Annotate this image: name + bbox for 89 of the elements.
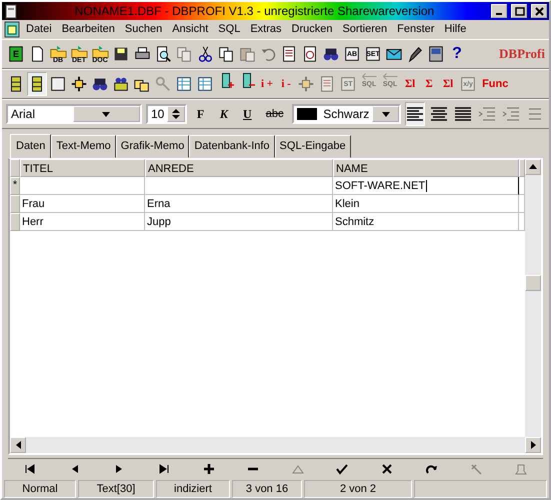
menu-item[interactable]: Drucken [288, 21, 336, 38]
copy-icon [175, 45, 193, 63]
arrow-icon [382, 73, 398, 80]
last-record-icon [158, 462, 170, 474]
preview-icon [154, 45, 172, 63]
minimize-icon [496, 13, 502, 15]
size-spinner[interactable]: 10 [146, 104, 187, 124]
scissors-icon [196, 45, 214, 63]
status-panel: 2 von 2 [304, 480, 412, 498]
toolbar-button[interactable]: E [6, 42, 26, 66]
table-icon [175, 75, 193, 93]
dropdown-arrow-icon [102, 112, 110, 116]
refresh-icon [425, 462, 438, 474]
close-icon [534, 6, 544, 16]
report-icon [280, 45, 298, 63]
monitor-icon [427, 45, 445, 63]
horizontal-scrollbar[interactable] [10, 437, 541, 453]
table-cell: Jupp [145, 212, 333, 230]
menu-item[interactable]: Datei [22, 21, 56, 38]
column-header[interactable]: NAME [333, 158, 519, 176]
door-icon [7, 45, 25, 63]
cancel-icon [380, 462, 393, 474]
menu-item[interactable]: Bearbeiten [58, 21, 119, 38]
vertical-scrollbar[interactable] [525, 158, 541, 437]
logo: DBProfi [499, 45, 545, 64]
menu-item[interactable]: Sortieren [338, 21, 392, 38]
minimize-button[interactable] [491, 4, 507, 18]
column-icon [222, 73, 230, 88]
format-button[interactable]: abc [261, 104, 288, 124]
triangle-icon [292, 462, 304, 474]
menu-item[interactable]: Ansicht [168, 21, 212, 38]
spinner-arrows-icon [172, 108, 180, 120]
align-center-icon [430, 106, 448, 122]
tab[interactable]: Daten [10, 134, 52, 158]
align-left-icon [406, 106, 424, 122]
row-indicator[interactable]: * [10, 176, 20, 194]
status-panel: Normal [4, 480, 76, 498]
copy-icon [217, 45, 235, 63]
table-cell: Schmitz [333, 212, 519, 230]
toolbar-button[interactable] [27, 72, 47, 96]
paste-icon [238, 45, 256, 63]
toolbar-button[interactable]: ? [447, 42, 467, 66]
first-record-icon [24, 462, 36, 474]
column-icon [243, 73, 251, 88]
format-button[interactable]: F [190, 104, 210, 124]
font-dropdown[interactable]: Arial [6, 104, 142, 124]
justify-icon [454, 106, 472, 122]
app-icon [4, 21, 20, 38]
maximize-button[interactable] [511, 4, 527, 18]
status-panel: indiziert [156, 480, 230, 498]
scroll-right-icon [530, 441, 536, 449]
indent-icon [478, 106, 496, 122]
tab[interactable]: SQL-Eingabe [274, 135, 351, 158]
scroll-up-icon [529, 164, 537, 169]
maximize-icon [514, 6, 524, 16]
table-cell: Erna [145, 194, 333, 212]
menu-item[interactable]: Suchen [120, 21, 166, 38]
scroll-left-icon [16, 441, 20, 449]
menu-item[interactable]: Hilfe [440, 21, 470, 38]
align-button[interactable] [405, 102, 426, 126]
column-header[interactable]: ANREDE [145, 158, 333, 176]
pen-icon [406, 45, 424, 63]
save-icon [112, 45, 130, 63]
text-cursor [426, 180, 428, 192]
arrow-icon [362, 73, 377, 80]
color-dropdown[interactable]: Schwarz [292, 104, 402, 124]
table-icon [196, 75, 214, 93]
format-button[interactable]: K [214, 104, 234, 124]
status-panel: 3 von 16 [232, 480, 302, 498]
menu-item[interactable]: Fenster [393, 21, 438, 38]
table-cell: Herr [20, 212, 145, 230]
menu-item[interactable]: SQL [214, 21, 244, 38]
status-panel: Text[30] [78, 480, 154, 498]
table-cell: Klein [333, 194, 519, 212]
menu-item[interactable]: Extras [246, 21, 286, 38]
table-cell: Frau [20, 194, 145, 212]
check-icon [336, 462, 348, 474]
tab[interactable]: Grafik-Memo [116, 135, 190, 158]
indent-icon [502, 106, 520, 122]
scroll-thumb[interactable] [525, 274, 541, 290]
plus-icon [202, 462, 215, 474]
table-cell: SOFT-WARE.NET [333, 176, 519, 194]
tab[interactable]: Text-Memo [51, 135, 116, 158]
format-button[interactable]: U [238, 104, 258, 124]
dropdown-arrow-icon [382, 112, 390, 116]
column-header[interactable]: TITEL [20, 158, 145, 176]
close-button[interactable] [531, 4, 547, 18]
tab[interactable]: Datenbank-Info [189, 135, 275, 158]
document-icon [4, 4, 18, 18]
